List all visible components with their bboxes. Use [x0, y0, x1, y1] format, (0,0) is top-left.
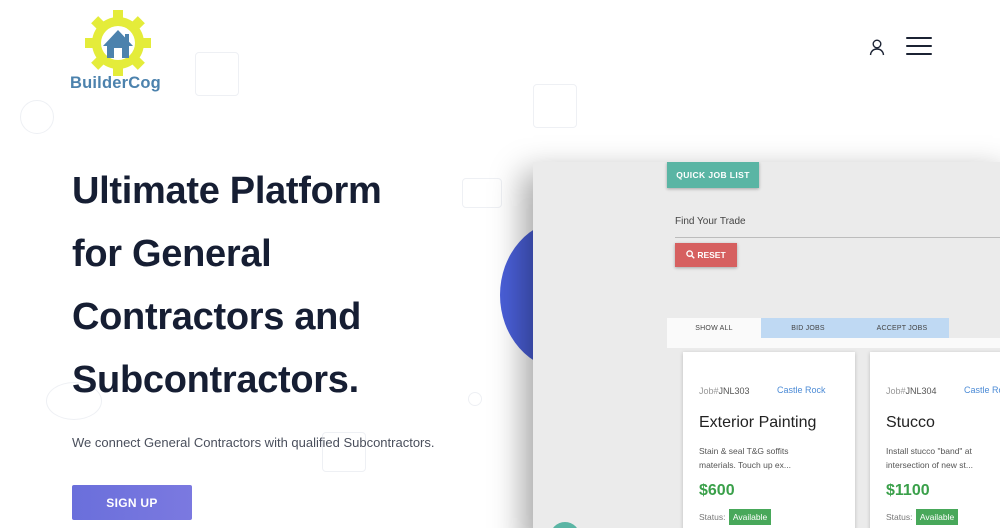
hero-title-line: Subcontractors. — [72, 359, 359, 401]
find-trade-input[interactable] — [675, 237, 1000, 238]
builder-cog-logo[interactable]: BuilderCog — [70, 8, 170, 92]
tab-show-all[interactable]: SHOW ALL — [667, 318, 761, 338]
job-status: Status: Available — [699, 509, 772, 525]
job-title: Exterior Painting — [699, 414, 817, 431]
reset-label: RESET — [697, 250, 726, 260]
job-location-link[interactable]: Castle Ro — [964, 385, 1000, 395]
job-card[interactable]: Job#JNL303 Castle Rock Exterior Painting… — [683, 352, 855, 528]
status-badge: Available — [915, 509, 959, 525]
job-tabs: SHOW ALL BID JOBS ACCEPT JOBS — [667, 318, 949, 338]
gear-house-icon — [85, 10, 151, 76]
hero-title-line: Ultimate Platform — [72, 170, 382, 212]
sign-up-button[interactable]: SIGN UP — [72, 485, 192, 520]
app-preview-panel: QUICK JOB LIST Find Your Trade RESET SHO… — [533, 162, 1000, 528]
job-number: Job#JNL303 — [699, 386, 750, 396]
find-trade-label: Find Your Trade — [675, 216, 746, 227]
hamburger-menu-icon[interactable] — [906, 37, 932, 57]
bg-server-icon — [533, 84, 577, 128]
logo-text: BuilderCog — [70, 74, 161, 92]
reset-button[interactable]: RESET — [675, 243, 737, 267]
job-location-link[interactable]: Castle Rock — [777, 385, 826, 395]
hero-title: Ultimate Platform for General Contractor… — [72, 160, 492, 412]
tab-accept-jobs[interactable]: ACCEPT JOBS — [855, 318, 949, 338]
status-badge: Available — [728, 509, 772, 525]
hero-subtitle: We connect General Contractors with qual… — [72, 435, 435, 450]
job-title: Stucco — [886, 414, 935, 431]
hero-title-line: for General — [72, 233, 272, 275]
bg-at-icon — [20, 100, 54, 134]
user-account-icon[interactable] — [868, 38, 886, 56]
job-price: $1100 — [886, 482, 930, 499]
search-icon — [686, 250, 696, 259]
job-description: Install stucco "band" at intersection of… — [886, 446, 973, 470]
job-description: Stain & seal T&G soffits materials. Touc… — [699, 446, 791, 470]
job-number: Job#JNL304 — [886, 386, 937, 396]
quick-job-list-button[interactable]: QUICK JOB LIST — [667, 162, 759, 188]
hero-title-line: Contractors and — [72, 296, 361, 338]
tab-bid-jobs[interactable]: BID JOBS — [761, 318, 855, 338]
job-status: Status: Available — [886, 509, 959, 525]
job-card[interactable]: Job#JNL304 Castle Ro Stucco Install stuc… — [870, 352, 1000, 528]
tab-content-strip — [667, 338, 1000, 348]
bg-server-icon — [195, 52, 239, 96]
job-price: $600 — [699, 482, 735, 499]
